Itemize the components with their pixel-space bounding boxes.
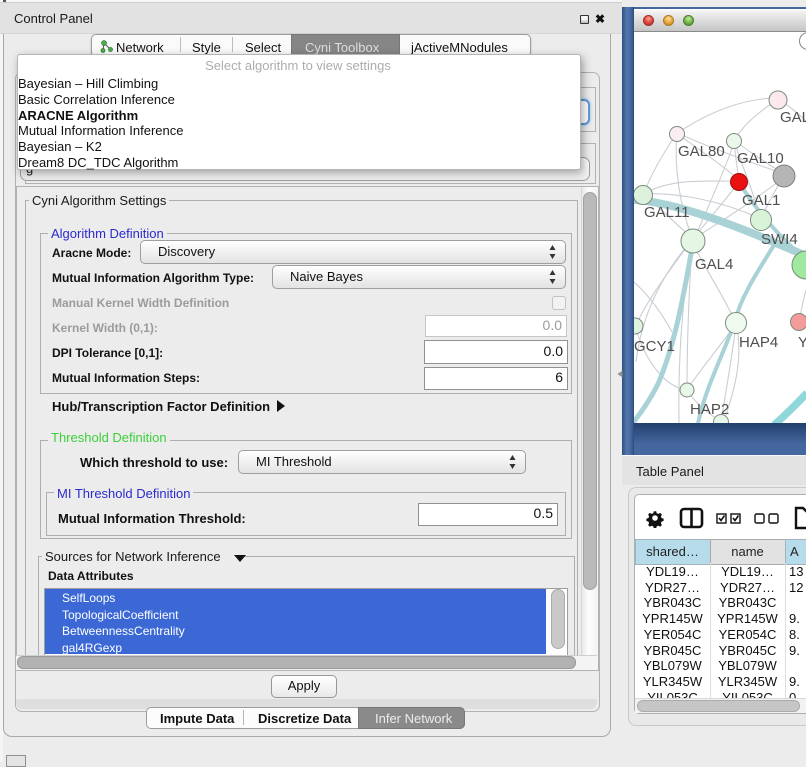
svg-text:GAL10: GAL10 <box>737 150 784 167</box>
svg-text:GCY1: GCY1 <box>634 338 675 355</box>
svg-text:SWI4: SWI4 <box>761 231 798 248</box>
svg-text:GAL4: GAL4 <box>695 256 733 273</box>
svg-text:GAL80: GAL80 <box>678 143 725 160</box>
svg-text:HAP4: HAP4 <box>739 334 778 351</box>
svg-text:GAL11: GAL11 <box>644 204 690 221</box>
svg-text:GAL2: GAL2 <box>780 109 806 126</box>
svg-text:GAL1: GAL1 <box>742 192 780 209</box>
svg-text:Y: Y <box>798 334 806 351</box>
svg-text:HAP2: HAP2 <box>690 401 729 418</box>
